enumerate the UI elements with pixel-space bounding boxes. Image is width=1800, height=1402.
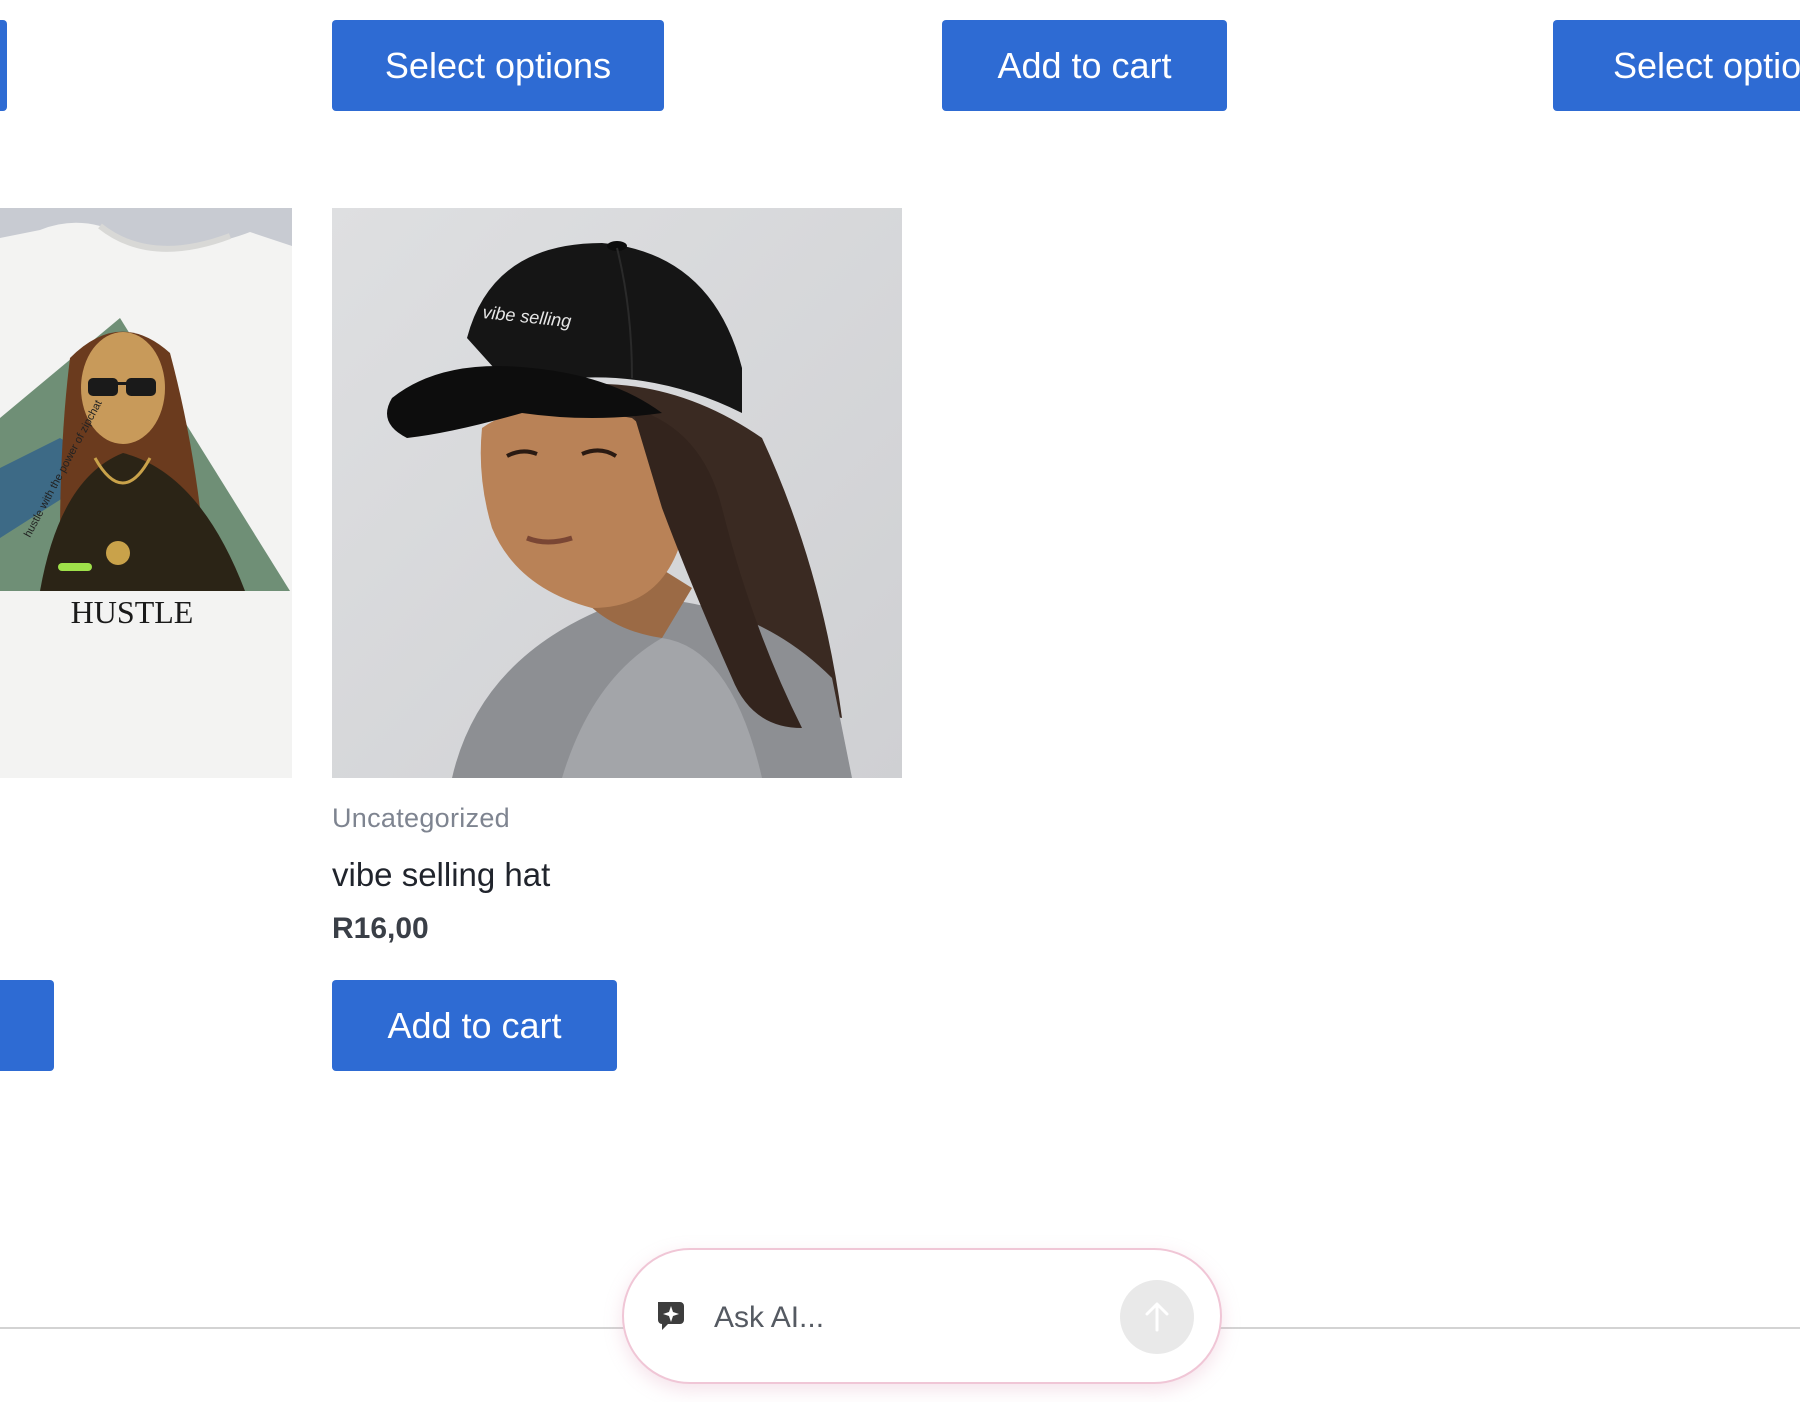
select-options-button[interactable]: Select options: [1553, 20, 1800, 111]
tshirt-product-image[interactable]: hustle with the power of zipchat HUSTLE: [0, 208, 292, 778]
partial-product-button[interactable]: [0, 980, 54, 1071]
ask-ai-bar: [622, 1248, 1222, 1384]
product-category[interactable]: Uncategorized: [332, 803, 510, 834]
select-options-button[interactable]: Select options: [332, 20, 664, 111]
chat-sparkle-icon: [654, 1298, 690, 1334]
product-price: R16,00: [332, 912, 429, 945]
hat-product-image[interactable]: vibe selling: [332, 208, 902, 778]
arrow-up-icon: [1145, 1302, 1169, 1332]
add-to-cart-button[interactable]: Add to cart: [332, 980, 617, 1071]
ask-ai-input[interactable]: [712, 1290, 1116, 1346]
send-button[interactable]: [1120, 1280, 1194, 1354]
add-to-cart-button[interactable]: Add to cart: [942, 20, 1227, 111]
tshirt-print-text: HUSTLE: [71, 594, 194, 630]
product-title[interactable]: vibe selling hat: [332, 856, 550, 894]
partial-product-button[interactable]: [0, 20, 7, 111]
